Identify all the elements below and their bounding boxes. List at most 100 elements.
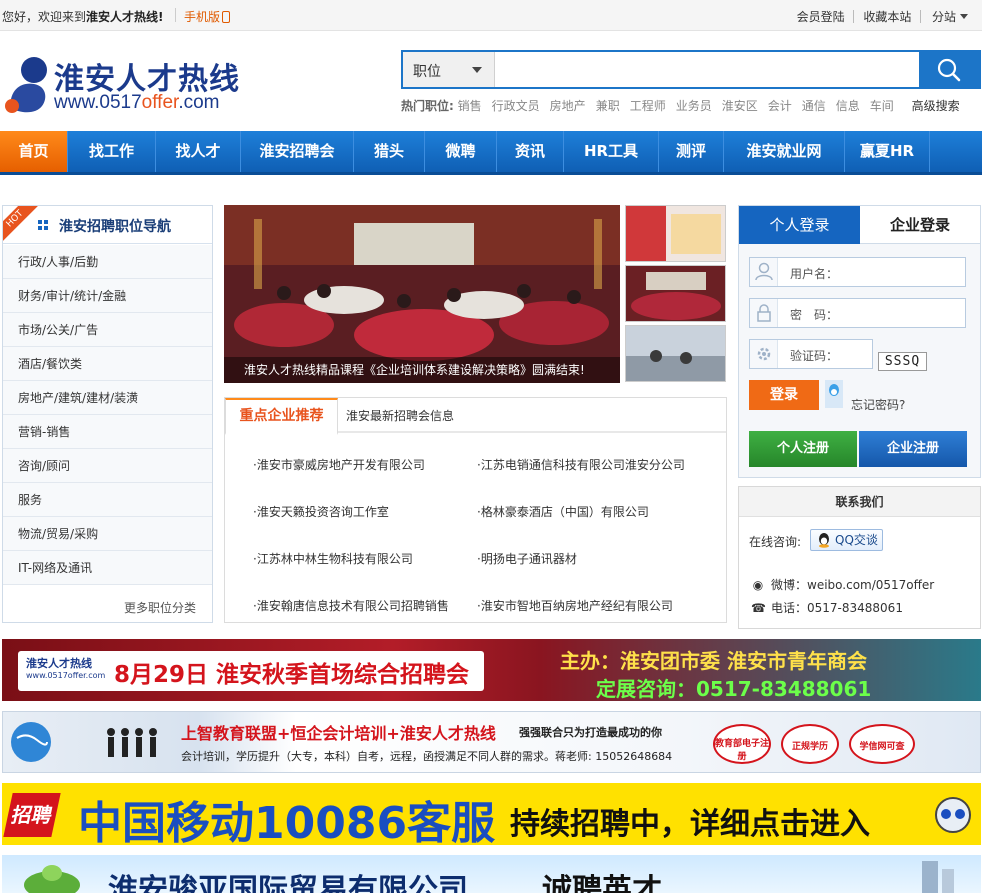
- captcha-field[interactable]: 验证码：: [749, 339, 873, 369]
- company-register-button[interactable]: 企业注册: [859, 431, 967, 467]
- captcha-image[interactable]: SSSQ: [878, 352, 927, 371]
- hot-keyword[interactable]: 兼职: [596, 99, 620, 113]
- contact-panel: 联系我们 在线咨询: QQ交谈 ◉ 微博：weibo.com/0517offer …: [738, 486, 981, 629]
- trading-company-banner[interactable]: 淮安骏亚国际贸易有限公司 诚聘英才: [2, 855, 981, 893]
- nav-hr-tools[interactable]: HR工具: [564, 131, 659, 172]
- nav-assessment[interactable]: 测评: [659, 131, 724, 172]
- slider-caption: 淮安人才热线精品课程《企业培训体系建设解决策略》圆满结束!: [224, 357, 620, 383]
- company-link[interactable]: ·江苏电销通信科技有限公司淮安分公司: [477, 456, 685, 473]
- tab-job-fairs[interactable]: 淮安最新招聘会信息: [346, 407, 454, 424]
- tab-company-login[interactable]: 企业登录: [860, 206, 980, 244]
- nav-employment-site[interactable]: 淮安就业网: [724, 131, 845, 172]
- password-field[interactable]: 密 码：: [749, 298, 966, 328]
- more-categories-link[interactable]: 更多职位分类: [124, 599, 196, 616]
- job-category-nav: 淮安招聘职位导航 HOT 行政/人事/后勤 财务/审计/统计/金融 市场/公关/…: [2, 205, 213, 623]
- category-header: 淮安招聘职位导航: [3, 206, 212, 244]
- logo-url: www.0517offer.com: [54, 92, 220, 113]
- category-item[interactable]: 咨询/顾问: [3, 449, 212, 483]
- nav-home[interactable]: 首页: [0, 131, 68, 172]
- nav-job-fair[interactable]: 淮安招聘会: [241, 131, 354, 172]
- company-link[interactable]: ·淮安天籁投资咨询工作室: [253, 503, 389, 520]
- trading-company-sub: 诚聘英才: [542, 873, 662, 893]
- divider: [175, 8, 176, 22]
- banner-logo-text: 淮安人才热线: [26, 657, 92, 670]
- nav-headhunter[interactable]: 猎头: [354, 131, 425, 172]
- site-logo[interactable]: 淮安人才热线 www.0517offer.com: [2, 50, 252, 118]
- hot-keyword[interactable]: 销售: [458, 99, 482, 113]
- category-item[interactable]: 行政/人事/后勤: [3, 245, 212, 279]
- news-slider: 淮安人才热线精品课程《企业培训体系建设解决策略》圆满结束!: [224, 205, 726, 383]
- search-type-select[interactable]: 职位: [403, 52, 495, 87]
- category-item[interactable]: 房地产/建筑/建材/装潢: [3, 381, 212, 415]
- qq-chat-button[interactable]: QQ交谈: [810, 529, 883, 551]
- hot-keyword[interactable]: 行政文员: [492, 99, 540, 113]
- hot-keyword[interactable]: 会计: [768, 99, 792, 113]
- company-link[interactable]: ·淮安市智地百纳房地产经纪有限公司: [477, 597, 673, 614]
- people-icon: [107, 728, 157, 757]
- slider-thumbnail[interactable]: [625, 325, 726, 382]
- personal-register-button[interactable]: 个人注册: [749, 431, 857, 467]
- qq-penguin-icon: [819, 533, 829, 548]
- branch-label: 分站: [931, 10, 956, 24]
- category-item[interactable]: 市场/公关/广告: [3, 313, 212, 347]
- company-link[interactable]: ·淮安翰唐信息技术有限公司招聘销售: [253, 597, 449, 614]
- nav-find-job[interactable]: 找工作: [68, 131, 156, 172]
- gear-icon: [750, 340, 778, 368]
- search-button[interactable]: [919, 52, 979, 87]
- member-login-link[interactable]: 会员登陆: [797, 10, 845, 24]
- nav-news[interactable]: 资讯: [497, 131, 564, 172]
- category-item[interactable]: 营销-销售: [3, 415, 212, 449]
- branch-dropdown[interactable]: 分站: [930, 10, 968, 24]
- search-input[interactable]: [496, 52, 919, 87]
- mobile-version-link[interactable]: 手机版: [184, 8, 231, 25]
- contact-title: 联系我们: [739, 487, 980, 517]
- weibo-line: ◉ 微博：weibo.com/0517offer: [751, 576, 934, 593]
- education-banner[interactable]: 上智教育联盟+恒企会计培训+淮安人才热线 强强联合只为打造最成功的你 会计培训，…: [2, 711, 981, 773]
- nav-find-talent[interactable]: 找人才: [156, 131, 241, 172]
- main-nav: 首页 找工作 找人才 淮安招聘会 猎头 微聘 资讯 HR工具 测评 淮安就业网 …: [0, 131, 982, 175]
- divider: [853, 10, 855, 23]
- slider-thumbnail[interactable]: [625, 205, 726, 262]
- hot-keyword[interactable]: 车间: [870, 99, 894, 113]
- china-mobile-banner[interactable]: 招聘 中国移动10086客服 持续招聘中，详细点击进入: [2, 783, 981, 845]
- hot-keyword[interactable]: 信息: [836, 99, 860, 113]
- nav-micro-recruit[interactable]: 微聘: [425, 131, 497, 172]
- category-item[interactable]: IT-网络及通讯: [3, 551, 212, 585]
- company-link[interactable]: ·淮安市豪威房地产开发有限公司: [253, 456, 425, 473]
- nav-yingxia-hr[interactable]: 赢夏HR: [845, 131, 930, 172]
- forgot-password-link[interactable]: 忘记密码?: [851, 396, 905, 413]
- weibo-text: 微博：weibo.com/0517offer: [771, 578, 935, 592]
- category-item[interactable]: 服务: [3, 483, 212, 517]
- tab-personal-login[interactable]: 个人登录: [739, 206, 860, 244]
- slider-thumbnail[interactable]: [625, 265, 726, 322]
- company-link[interactable]: ·江苏林中林生物科技有限公司: [253, 550, 413, 567]
- hot-keyword[interactable]: 通信: [802, 99, 826, 113]
- mobile-phone-icon: [222, 11, 231, 23]
- chevron-down-icon: [472, 67, 482, 73]
- building-icon: [922, 861, 954, 893]
- category-item[interactable]: 物流/贸易/采购: [3, 517, 212, 551]
- login-panel: 个人登录 企业登录 用户名： 密 码： 验证码： SSSQ 登录 忘记密码? 个…: [738, 205, 981, 478]
- login-button[interactable]: 登录: [749, 380, 819, 410]
- education-slogan: 强强联合只为打造最成功的你: [519, 726, 662, 739]
- category-item[interactable]: 酒店/餐饮类: [3, 347, 212, 381]
- hot-keyword[interactable]: 工程师: [630, 99, 666, 113]
- category-title: 淮安招聘职位导航: [59, 219, 171, 235]
- favorite-link[interactable]: 收藏本站: [863, 10, 911, 24]
- phone-icon: ☎: [751, 601, 766, 615]
- slider-main-image[interactable]: 淮安人才热线精品课程《企业培训体系建设解决策略》圆满结束!: [224, 205, 620, 383]
- thumbnail-image: [626, 266, 725, 321]
- recommend-box: 重点企业推荐 淮安最新招聘会信息 ·淮安市豪威房地产开发有限公司 ·江苏电销通信…: [224, 397, 727, 623]
- advanced-search-link[interactable]: 高级搜索: [912, 99, 960, 113]
- username-field[interactable]: 用户名：: [749, 257, 966, 287]
- hot-keyword[interactable]: 淮安区: [722, 99, 758, 113]
- company-link[interactable]: ·格林豪泰酒店（中国）有限公司: [477, 503, 649, 520]
- tree-icon: [24, 865, 80, 893]
- job-fair-banner[interactable]: 淮安人才热线 www.0517offer.com 8月29日 淮安秋季首场综合招…: [2, 639, 981, 701]
- tab-key-companies[interactable]: 重点企业推荐: [225, 398, 338, 435]
- hot-keyword[interactable]: 房地产: [550, 99, 586, 113]
- company-link[interactable]: ·明扬电子通讯器材: [477, 550, 577, 567]
- qq-login-icon[interactable]: [824, 380, 844, 410]
- category-item[interactable]: 财务/审计/统计/金融: [3, 279, 212, 313]
- hot-keyword[interactable]: 业务员: [676, 99, 712, 113]
